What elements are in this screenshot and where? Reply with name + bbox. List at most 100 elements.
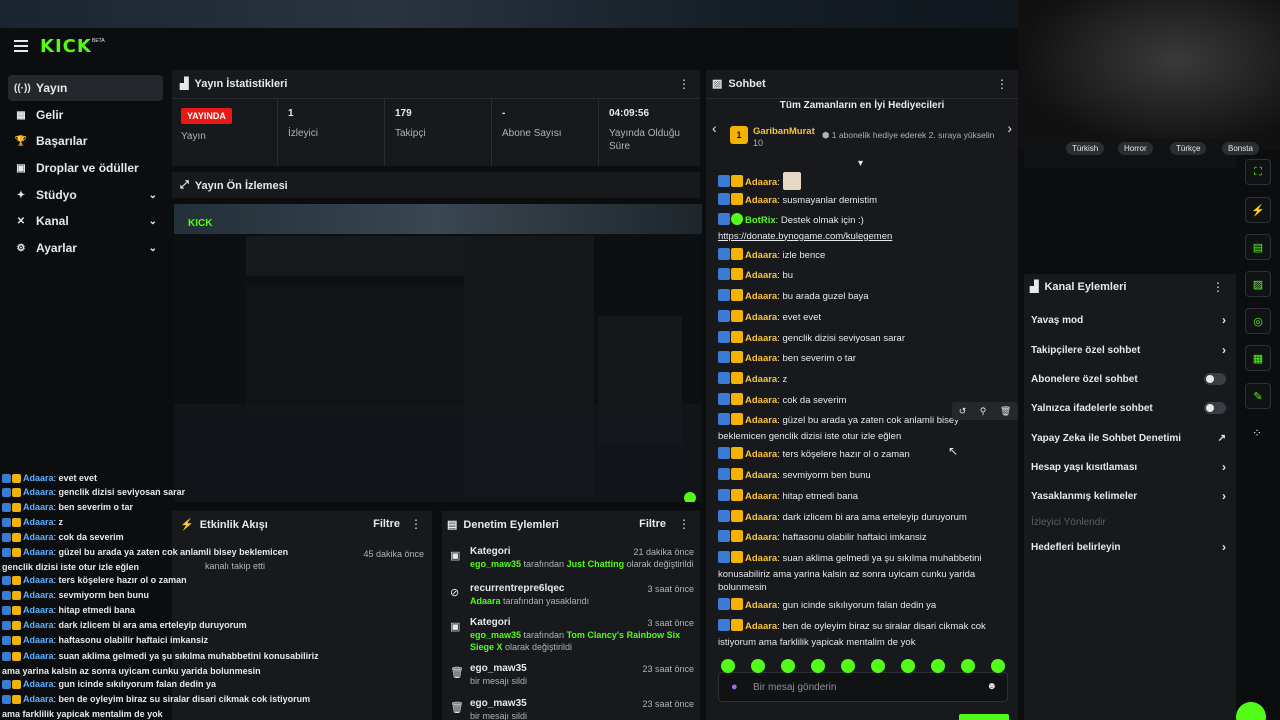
chat-message[interactable]: Adaara: bu arada guzel baya <box>718 289 1008 306</box>
emoji-icon[interactable]: ☻ <box>986 681 997 692</box>
chat-username[interactable]: BotRix <box>745 215 776 226</box>
chat-username[interactable]: Adaara <box>745 177 777 188</box>
chat-link[interactable]: https://donate.bynogame.com/kulegemen <box>718 231 892 242</box>
rail-broadcast-icon[interactable]: ◎ <box>1245 308 1271 334</box>
chat-username[interactable]: Adaara <box>745 600 777 611</box>
emote-quick-icon[interactable] <box>871 659 885 673</box>
chevron-right-icon[interactable]: › <box>1222 343 1226 357</box>
emote-quick-icon[interactable] <box>961 659 975 673</box>
chat-username[interactable]: Adaara <box>745 374 777 385</box>
chevron-down-icon[interactable]: ⌄ <box>149 243 157 254</box>
chevron-down-icon[interactable]: ⌄ <box>149 216 157 227</box>
rail-expand-icon[interactable]: ⛶ <box>1245 159 1271 185</box>
chat-input[interactable]: ● Bir mesaj gönderin ☻ <box>718 672 1008 702</box>
top-gifter-name[interactable]: GaribanMurat <box>753 126 815 137</box>
chat-message[interactable]: Adaara: genclik dizisi seviyosan sarar <box>718 331 1008 348</box>
moderation-user[interactable]: Adaara <box>470 596 501 606</box>
sidebar-item-başarılar[interactable]: 🏆 Başarılar <box>8 128 163 154</box>
chevron-right-icon[interactable]: › <box>1222 540 1226 554</box>
rail-chat-icon[interactable]: ▨ <box>1245 271 1271 297</box>
chat-username[interactable]: Adaara <box>745 195 777 206</box>
channel-action-5[interactable]: Hesap yaşı kısıtlaması › <box>1031 457 1226 477</box>
channel-action-3[interactable]: Yalnızca ifadelerle sohbet <box>1031 398 1226 418</box>
channel-action-2[interactable]: Abonelere özel sohbet <box>1031 369 1226 389</box>
chat-username[interactable]: Adaara <box>745 333 777 344</box>
moderation-item[interactable]: 🗑 ego_maw35 23 saat önce bir mesajı sildi <box>450 698 694 720</box>
moderation-target[interactable]: Just Chatting <box>567 559 625 569</box>
chat-message[interactable]: Adaara: bu <box>718 268 1008 285</box>
moderation-item[interactable]: ▣ Kategori 3 saat önce ego_maw35 tarafından… <box>450 617 694 653</box>
category-tag[interactable]: Türkçe <box>1170 142 1207 155</box>
sidebar-item-droplar-ve-ödüller[interactable]: ▣ Droplar ve ödüller <box>8 155 163 181</box>
channel-actions-kebab-icon[interactable]: ⋮ <box>1212 280 1224 294</box>
sidebar-item-gelir[interactable]: ▦ Gelir <box>8 102 163 128</box>
rail-wrench-icon[interactable]: ✎ <box>1245 383 1271 409</box>
chat-message[interactable]: Adaara: izle bence <box>718 248 1008 265</box>
channel-action-0[interactable]: Yavaş mod › <box>1031 310 1226 330</box>
emote-quick-icon[interactable] <box>811 659 825 673</box>
channel-action-1[interactable]: Takipçilere özel sohbet › <box>1031 340 1226 360</box>
activity-filter-button[interactable]: Filtre <box>373 518 400 530</box>
channel-action-8[interactable]: Hedefleri belirleyin › <box>1031 537 1226 557</box>
chat-username[interactable]: Adaara <box>745 491 777 502</box>
collapse-icon[interactable]: ▾ <box>858 158 863 169</box>
menu-icon[interactable] <box>14 40 28 52</box>
leaderboard-prev-icon[interactable]: ‹ <box>712 120 717 136</box>
emote-quick-icon[interactable] <box>901 659 915 673</box>
chat-message[interactable]: Adaara: ters köşelere hazır ol o zaman <box>718 447 1008 464</box>
chat-message[interactable]: Adaara: <box>718 172 1008 192</box>
emote-quick-icon[interactable] <box>931 659 945 673</box>
chat-username[interactable]: Adaara <box>745 512 777 523</box>
external-link-icon[interactable]: ↗ <box>1218 433 1226 444</box>
moderation-item[interactable]: ⊘ recurrentrepre6lqec 3 saat önce Adaara ta… <box>450 583 694 607</box>
chat-message[interactable]: Adaara: susmayanlar demistim <box>718 193 1008 210</box>
activity-kebab-icon[interactable]: ⋮ <box>410 517 422 531</box>
chevron-right-icon[interactable]: › <box>1222 460 1226 474</box>
channel-action-4[interactable]: Yapay Zeka ile Sohbet Denetimi ↗ <box>1031 428 1226 448</box>
toggle-switch[interactable] <box>1204 402 1226 414</box>
chat-username[interactable]: Adaara <box>745 415 777 426</box>
send-button[interactable] <box>959 714 1009 720</box>
chat-username[interactable]: Adaara <box>745 449 777 460</box>
chat-username[interactable]: Adaara <box>745 270 777 281</box>
chat-message[interactable]: Adaara: hitap etmedi bana <box>718 489 1008 506</box>
chat-username[interactable]: Adaara <box>745 395 777 406</box>
chat-message[interactable]: Adaara: z <box>718 372 1008 389</box>
channel-action-6[interactable]: Yasaklanmış kelimeler › <box>1031 486 1226 506</box>
moderation-filter-button[interactable]: Filtre <box>639 518 666 530</box>
rail-more-icon[interactable]: ⁘ <box>1252 426 1262 440</box>
chevron-right-icon[interactable]: › <box>1222 313 1226 327</box>
delete-icon[interactable]: 🗑 <box>1000 406 1011 417</box>
moderation-item[interactable]: 🗑 ego_maw35 23 saat önce bir mesajı sildi <box>450 663 694 687</box>
chat-message[interactable]: BotRix: Destek olmak için :) https://dona… <box>718 213 1008 243</box>
moderation-kebab-icon[interactable]: ⋮ <box>678 517 690 531</box>
chat-message[interactable]: Adaara: evet evet <box>718 310 1008 327</box>
toggle-switch[interactable] <box>1204 373 1226 385</box>
chat-kebab-icon[interactable]: ⋮ <box>996 77 1008 91</box>
category-tag[interactable]: Bonsta <box>1222 142 1259 155</box>
emote-quick-icon[interactable] <box>841 659 855 673</box>
emote-quick-icon[interactable] <box>781 659 795 673</box>
rail-layout-icon[interactable]: ▦ <box>1245 345 1271 371</box>
rail-lightning-icon[interactable]: ⚡ <box>1245 197 1271 223</box>
sidebar-item-yayın[interactable]: ((·)) Yayın <box>8 75 163 101</box>
chat-username[interactable]: Adaara <box>745 532 777 543</box>
moderation-user[interactable]: ego_maw35 <box>470 559 521 569</box>
reply-icon[interactable]: ↺ <box>959 406 967 417</box>
rail-document-icon[interactable]: ▤ <box>1245 234 1271 260</box>
chat-message[interactable]: Adaara: haftasonu olabilir haftaici imka… <box>718 530 1008 547</box>
chat-username[interactable]: Adaara <box>745 621 777 632</box>
moderation-user[interactable]: ego_maw35 <box>470 630 521 640</box>
chat-username[interactable]: Adaara <box>745 250 777 261</box>
chat-username[interactable]: Adaara <box>745 312 777 323</box>
category-tag[interactable]: Horror <box>1118 142 1153 155</box>
chat-message[interactable]: Adaara: sevmiyorm ben bunu <box>718 468 1008 485</box>
chat-username[interactable]: Adaara <box>745 291 777 302</box>
sidebar-item-stüdyo[interactable]: ✦ Stüdyo ⌄ <box>8 182 163 208</box>
chevron-right-icon[interactable]: › <box>1222 489 1226 503</box>
chat-message[interactable]: Adaara: suan aklima gelmedi ya şu sıkılm… <box>718 551 1008 595</box>
chat-username[interactable]: Adaara <box>745 353 777 364</box>
moderation-item[interactable]: ▣ Kategori 21 dakika önce ego_maw35 tarafın… <box>450 546 694 570</box>
pin-icon[interactable]: ⚲ <box>980 406 987 417</box>
sidebar-item-kanal[interactable]: ✕ Kanal ⌄ <box>8 208 163 234</box>
